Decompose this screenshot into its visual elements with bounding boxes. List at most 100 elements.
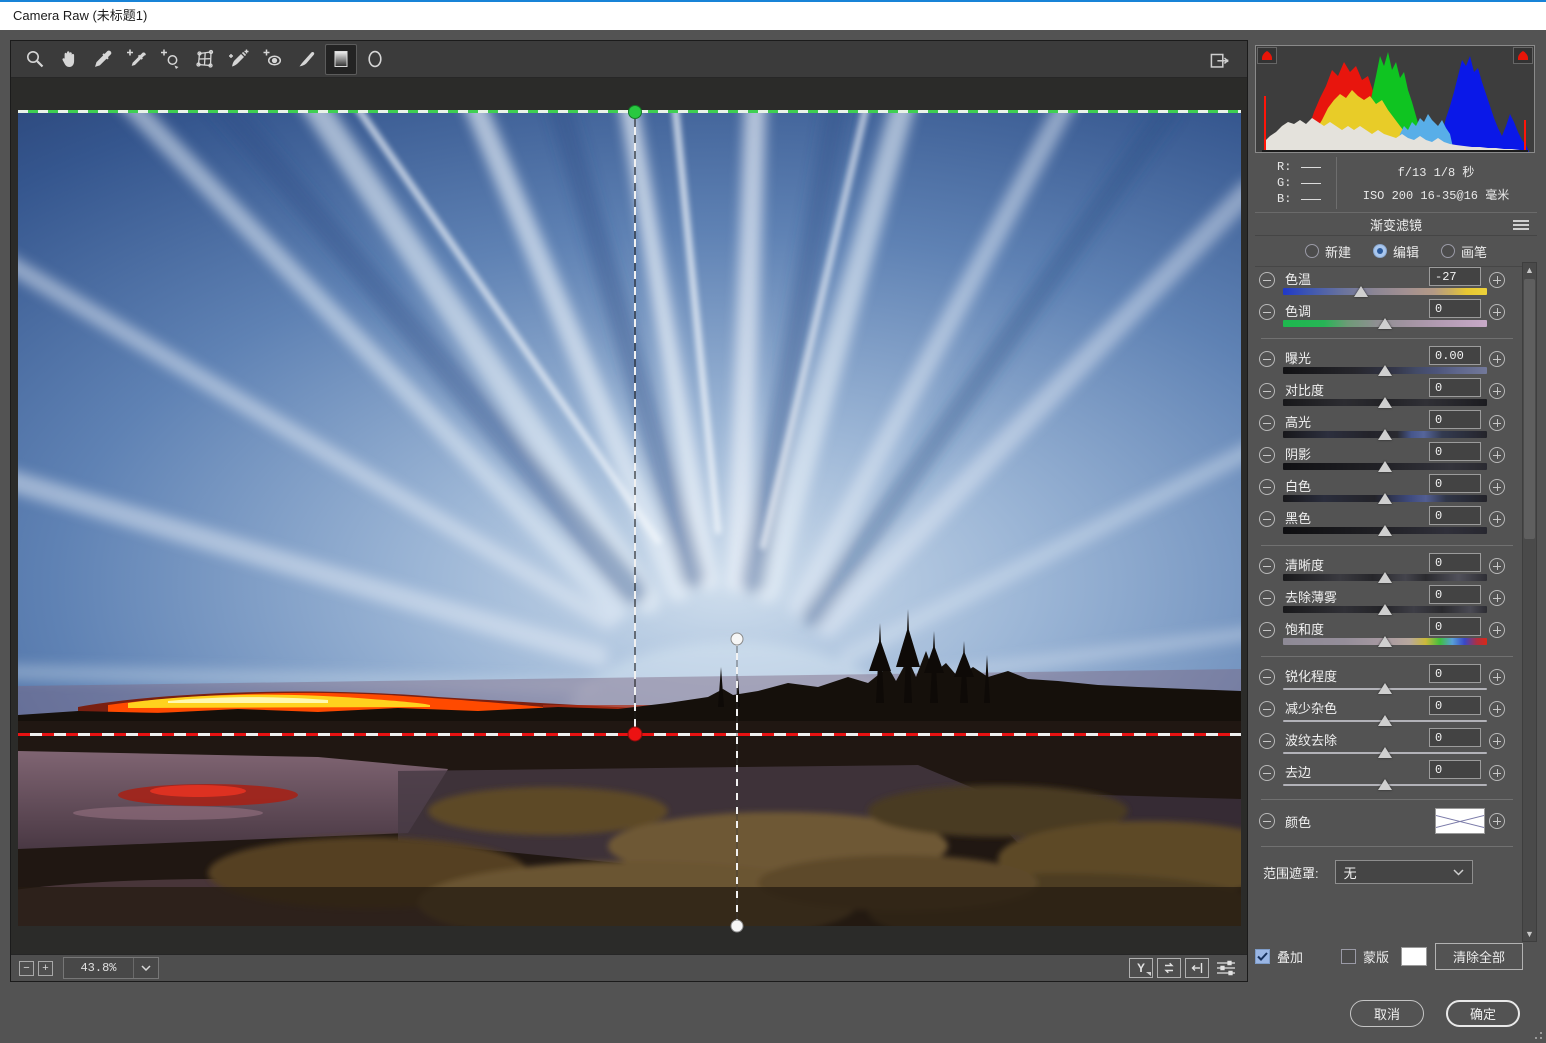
decrease-button[interactable]	[1259, 622, 1275, 638]
color-decrease-button[interactable]	[1259, 813, 1275, 829]
increase-button[interactable]	[1489, 447, 1505, 463]
scrollbar-thumb[interactable]	[1524, 279, 1535, 539]
preview-toggle-button[interactable]: Y	[1129, 958, 1153, 978]
increase-button[interactable]	[1489, 351, 1505, 367]
mask-color-swatch[interactable]	[1401, 946, 1428, 966]
cancel-button[interactable]: 取消	[1350, 999, 1424, 1027]
color-increase-button[interactable]	[1489, 813, 1505, 829]
zoom-in-button[interactable]: +	[38, 960, 53, 976]
slider-thumb[interactable]	[1378, 525, 1392, 536]
slider-thumb[interactable]	[1378, 747, 1392, 758]
preview-preferences-button[interactable]	[1213, 958, 1239, 978]
slider-thumb[interactable]	[1378, 779, 1392, 790]
slider-thumb[interactable]	[1378, 429, 1392, 440]
increase-button[interactable]	[1489, 511, 1505, 527]
histogram[interactable]	[1255, 45, 1535, 153]
decrease-button[interactable]	[1259, 272, 1275, 288]
slider-track-area[interactable]	[1283, 493, 1487, 505]
slider-thumb[interactable]	[1378, 493, 1392, 504]
slider-track-area[interactable]	[1283, 572, 1487, 584]
slider-thumb[interactable]	[1378, 318, 1392, 329]
color-sampler-tool[interactable]	[121, 44, 153, 75]
panel-scrollbar[interactable]: ▲ ▼	[1522, 262, 1537, 942]
zoom-dropdown-arrow[interactable]	[133, 958, 158, 978]
slider-track-area[interactable]	[1283, 286, 1487, 298]
slider-track[interactable]	[1283, 288, 1487, 295]
slider-value[interactable]: 0	[1429, 378, 1481, 397]
adjustment-brush-tool[interactable]	[291, 44, 323, 75]
ok-button[interactable]: 确定	[1446, 999, 1520, 1027]
slider-thumb[interactable]	[1378, 715, 1392, 726]
slider-track-area[interactable]	[1283, 525, 1487, 537]
slider-track-area[interactable]	[1283, 397, 1487, 409]
increase-button[interactable]	[1489, 558, 1505, 574]
increase-button[interactable]	[1489, 669, 1505, 685]
increase-button[interactable]	[1489, 765, 1505, 781]
slider-thumb[interactable]	[1353, 286, 1368, 297]
decrease-button[interactable]	[1259, 511, 1275, 527]
decrease-button[interactable]	[1259, 558, 1275, 574]
slider-value[interactable]: 0	[1429, 696, 1481, 715]
slider-value[interactable]: 0	[1429, 617, 1481, 636]
decrease-button[interactable]	[1259, 479, 1275, 495]
mode-new-radio[interactable]: 新建	[1304, 242, 1351, 261]
hand-tool[interactable]	[53, 44, 85, 75]
increase-button[interactable]	[1489, 272, 1505, 288]
slider-track-area[interactable]	[1283, 461, 1487, 473]
slider-track-area[interactable]	[1283, 365, 1487, 377]
copy-settings-button[interactable]	[1185, 958, 1209, 978]
scroll-up-arrow[interactable]: ▲	[1523, 263, 1536, 277]
mode-edit-radio[interactable]: 编辑	[1372, 242, 1419, 261]
second-gradient-axis-line[interactable]	[736, 639, 738, 926]
decrease-button[interactable]	[1259, 447, 1275, 463]
increase-button[interactable]	[1489, 733, 1505, 749]
slider-value[interactable]: 0	[1429, 664, 1481, 683]
mode-brush-radio[interactable]: 画笔	[1441, 242, 1487, 261]
transform-tool[interactable]	[189, 44, 221, 75]
white-balance-tool[interactable]	[87, 44, 119, 75]
second-gradient-end-pin[interactable]	[730, 919, 744, 933]
increase-button[interactable]	[1489, 701, 1505, 717]
slider-track-area[interactable]	[1283, 318, 1487, 330]
slider-thumb[interactable]	[1378, 365, 1392, 376]
decrease-button[interactable]	[1259, 701, 1275, 717]
targeted-adjustment-tool[interactable]	[155, 44, 187, 75]
graduated-filter-tool[interactable]	[325, 43, 357, 75]
zoom-out-button[interactable]: −	[19, 960, 34, 976]
slider-track-area[interactable]	[1283, 429, 1487, 441]
increase-button[interactable]	[1489, 479, 1505, 495]
decrease-button[interactable]	[1259, 383, 1275, 399]
slider-track-area[interactable]	[1283, 779, 1487, 791]
radial-filter-tool[interactable]	[359, 44, 391, 75]
slider-thumb[interactable]	[1378, 604, 1392, 615]
slider-value[interactable]: 0	[1429, 299, 1481, 318]
decrease-button[interactable]	[1259, 765, 1275, 781]
increase-button[interactable]	[1489, 304, 1505, 320]
color-swatch-none[interactable]	[1435, 808, 1485, 834]
swap-before-after-button[interactable]	[1157, 958, 1181, 978]
shadow-clipping-indicator[interactable]	[1257, 47, 1277, 64]
second-gradient-start-pin[interactable]	[730, 632, 744, 646]
slider-value[interactable]: 0	[1429, 410, 1481, 429]
mask-checkbox[interactable]	[1341, 948, 1357, 964]
decrease-button[interactable]	[1259, 733, 1275, 749]
slider-thumb[interactable]	[1378, 397, 1392, 408]
gradient-end-handle[interactable]	[627, 726, 643, 742]
slider-track-area[interactable]	[1283, 715, 1487, 727]
image-canvas[interactable]	[11, 78, 1247, 954]
gradient-start-handle[interactable]	[628, 105, 642, 119]
highlight-clipping-indicator[interactable]	[1513, 47, 1533, 64]
decrease-button[interactable]	[1259, 351, 1275, 367]
panel-menu-button[interactable]	[1513, 220, 1529, 230]
decrease-button[interactable]	[1259, 590, 1275, 606]
slider-track-area[interactable]	[1283, 747, 1487, 759]
decrease-button[interactable]	[1259, 304, 1275, 320]
zoom-tool[interactable]	[19, 44, 51, 75]
decrease-button[interactable]	[1259, 669, 1275, 685]
slider-value[interactable]: 0.00	[1429, 346, 1481, 365]
slider-thumb[interactable]	[1378, 636, 1392, 647]
gradient-axis-line[interactable]	[634, 111, 636, 734]
increase-button[interactable]	[1489, 383, 1505, 399]
slider-value[interactable]: 0	[1429, 585, 1481, 604]
slider-track-area[interactable]	[1283, 683, 1487, 695]
